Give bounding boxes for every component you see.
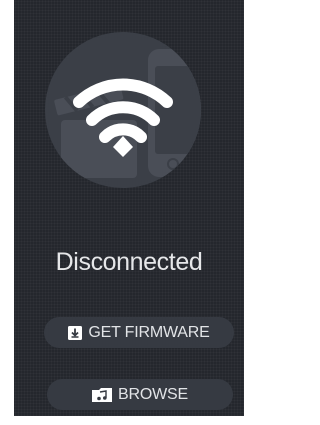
- left-margin: [0, 0, 14, 425]
- connection-status-label: Disconnected: [55, 248, 203, 276]
- download-icon: [68, 325, 83, 340]
- bottom-margin: [0, 416, 244, 425]
- wifi-icon: [73, 78, 173, 157]
- browse-button[interactable]: BROWSE: [47, 379, 233, 410]
- browse-label: BROWSE: [118, 385, 188, 403]
- connection-illustration: [45, 32, 201, 188]
- get-firmware-button[interactable]: GET FIRMWARE: [44, 317, 234, 348]
- get-firmware-label: GET FIRMWARE: [88, 323, 210, 341]
- music-folder-icon: [92, 387, 113, 402]
